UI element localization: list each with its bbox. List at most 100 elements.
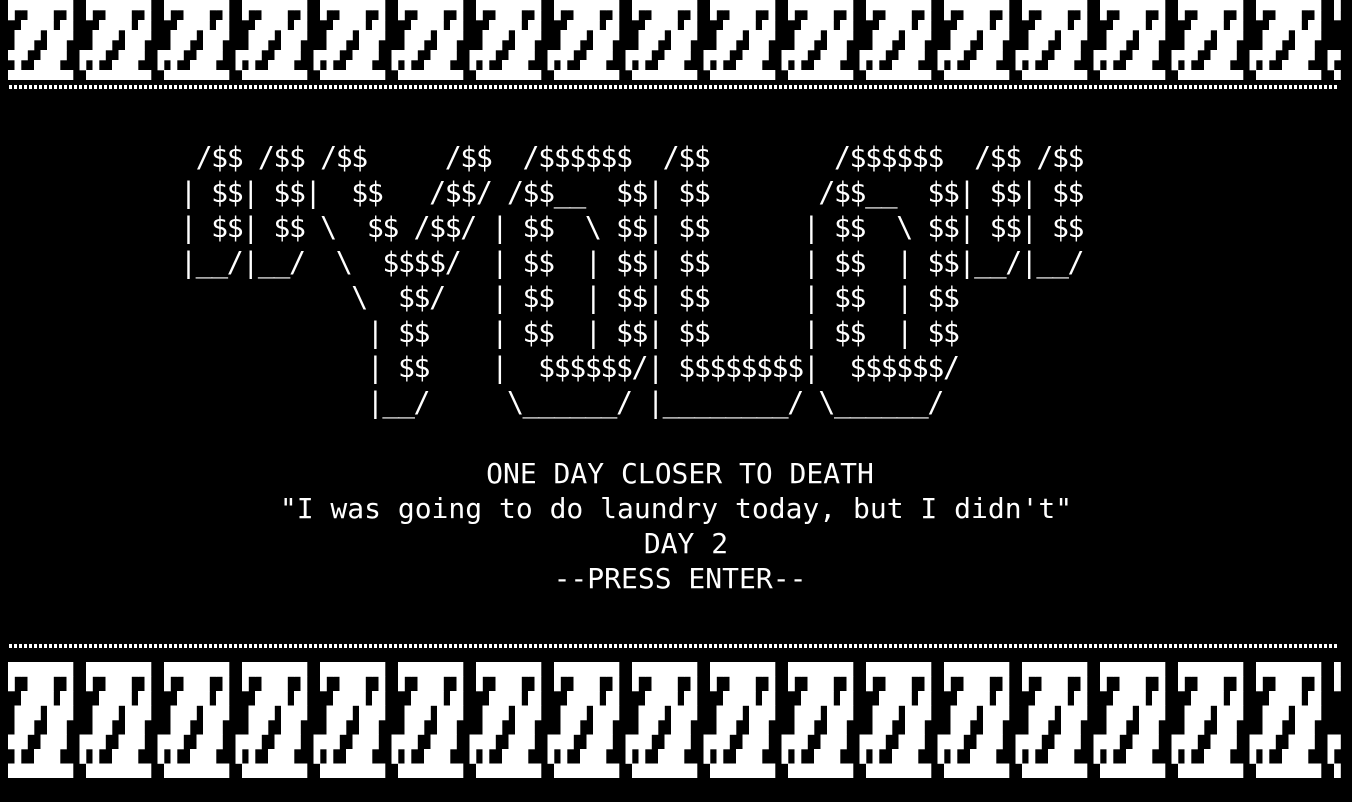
border-pixel [21,720,28,735]
border-pixel [157,749,165,764]
border-pixel [131,720,139,735]
border-pixel [34,30,41,41]
border-pixel [1048,20,1055,31]
border-pixel [404,749,412,764]
border-pixel [1301,70,1309,80]
press-enter-prompt[interactable]: --PRESS ENTER-- [4,561,1352,596]
border-pixel [274,691,282,706]
border-pixel [339,10,347,21]
border-pixel [482,30,490,41]
border-pixel [1061,720,1068,735]
border-pixel [359,763,366,778]
border-pixel [1327,749,1335,764]
border-pixel [1230,20,1237,31]
border-pixel [1334,50,1341,61]
border-pixel [294,70,301,80]
border-pixel [346,763,353,778]
border-pixel [372,691,379,706]
border-pixel [1230,50,1237,61]
border-pixel [1106,60,1114,71]
border-pixel [573,763,581,778]
border-pixel [996,30,1003,41]
border-pixel [1158,705,1166,721]
border-pixel [27,40,35,51]
border-pixel [125,10,132,21]
border-pixel [1061,734,1068,750]
border-pixel [430,50,438,61]
border-pixel [456,30,464,41]
border-pixel [1152,0,1159,11]
border-pixel [1119,691,1127,706]
border-pixel [560,763,568,778]
border-pixel [814,10,821,21]
border-pixel [677,734,685,750]
border-pixel [554,70,561,80]
border-pixel [105,691,113,706]
border-pixel [1210,749,1218,764]
border-pixel [203,60,210,71]
border-pixel [690,676,698,692]
border-pixel [1249,749,1257,764]
border-pixel [469,60,477,71]
border-pixel [424,10,431,21]
border-pixel [1002,691,1010,706]
border-pixel [1126,662,1133,677]
border-pixel [1106,50,1114,61]
border-pixel [983,30,990,41]
border-pixel [710,676,717,692]
border-pixel [372,705,379,721]
border-pixel [664,0,672,11]
border-pixel [1301,662,1309,677]
border-pixel [437,705,444,721]
border-pixel [846,10,854,21]
border-pixel [651,691,659,706]
border-pixel [521,749,529,764]
border-pixel [840,30,847,41]
border-pixel [723,20,730,31]
border-pixel [1061,50,1068,61]
border-pixel [762,40,769,51]
border-pixel [53,734,61,750]
border-pixel [99,20,106,31]
border-pixel [450,70,457,80]
border-pixel [586,50,594,61]
border-pixel [333,720,340,735]
border-pixel [313,734,321,750]
border-pixel [430,0,438,11]
border-pixel [1256,0,1263,11]
border-pixel [515,662,522,677]
border-pixel [21,30,28,41]
border-pixel [164,0,171,11]
border-pixel [1256,676,1263,692]
border-pixel [892,30,899,41]
border-pixel [781,734,789,750]
border-pixel [60,734,67,750]
border-pixel [502,749,509,764]
border-pixel [47,734,54,750]
border-pixel [372,720,379,735]
border-pixel [411,70,418,80]
border-pixel [443,50,451,61]
border-pixel [255,763,262,778]
border-pixel [950,60,958,71]
border-pixel [749,10,756,21]
border-pixel [1002,20,1010,31]
border-pixel [905,70,912,80]
border-pixel [528,70,535,80]
border-pixel [1113,0,1120,11]
border-pixel [125,720,132,735]
border-pixel [801,20,808,31]
border-pixel [898,691,906,706]
border-pixel [983,662,990,677]
border-pixel [489,30,496,41]
border-pixel [957,70,964,80]
border-pixel [203,734,210,750]
border-pixel [274,10,282,21]
border-pixel [515,720,522,735]
border-pixel [606,70,613,80]
border-pixel [1301,734,1309,750]
border-pixel [14,30,22,41]
border-pixel [443,70,451,80]
border-pixel [905,60,912,71]
border-pixel [1262,0,1270,11]
